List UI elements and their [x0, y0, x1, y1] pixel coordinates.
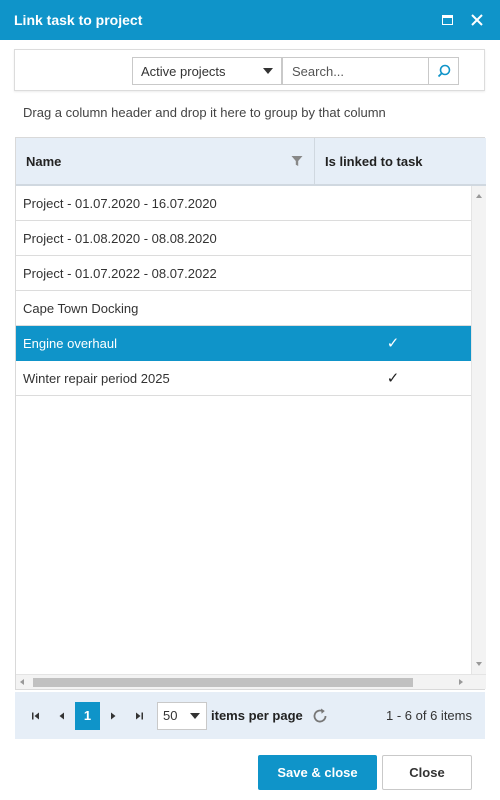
table-row[interactable]: Project - 01.07.2020 - 16.07.2020 [16, 186, 471, 221]
project-filter-dropdown[interactable]: Active projects [132, 57, 282, 85]
horizontal-scrollbar[interactable] [16, 674, 486, 689]
project-name-cell: Project - 01.07.2022 - 08.07.2022 [23, 265, 217, 281]
scroll-down-icon[interactable] [476, 662, 482, 666]
close-button[interactable]: Close [382, 755, 472, 790]
first-page-button[interactable] [23, 702, 49, 730]
last-page-icon [136, 712, 143, 719]
pager-info: 1 - 6 of 6 items [386, 708, 472, 723]
project-filter-value: Active projects [141, 63, 226, 79]
page-size-value: 50 [163, 708, 178, 723]
items-per-page-label: items per page [211, 708, 303, 723]
last-page-button[interactable] [126, 702, 152, 730]
table-row[interactable]: Project - 01.08.2020 - 08.08.2020 [16, 221, 471, 256]
scroll-up-icon[interactable] [476, 194, 482, 198]
dialog-titlebar: Link task to project [0, 0, 500, 40]
search-button[interactable] [428, 57, 459, 85]
close-window-button[interactable] [464, 7, 490, 33]
table-row[interactable]: Winter repair period 2025 ✓ [16, 361, 471, 396]
column-header-linked[interactable]: Is linked to task [315, 138, 486, 184]
previous-page-icon [59, 712, 64, 719]
project-name-cell: Project - 01.08.2020 - 08.08.2020 [23, 230, 217, 246]
vertical-scrollbar[interactable] [471, 186, 486, 674]
grid-rows: Project - 01.07.2020 - 16.07.2020 Project… [16, 186, 471, 396]
chevron-down-icon [263, 68, 273, 74]
grid-toolbar: Active projects [14, 49, 485, 91]
project-name-cell: Project - 01.07.2020 - 16.07.2020 [23, 195, 217, 211]
save-close-button[interactable]: Save & close [258, 755, 377, 790]
column-header-name-label: Name [26, 153, 62, 169]
page-number-button[interactable]: 1 [75, 701, 100, 730]
pager: 1 50 items per page 1 - 6 of 6 items [15, 692, 485, 739]
project-name-cell: Cape Town Docking [23, 300, 139, 316]
table-row[interactable]: Engine overhaul ✓ [16, 326, 471, 361]
refresh-button[interactable] [307, 702, 333, 730]
grid-header: Name Is linked to task [16, 138, 486, 186]
group-drop-hint: Drag a column header and drop it here to… [23, 105, 386, 120]
linked-check-cell: ✓ [386, 370, 400, 387]
next-page-icon [111, 712, 116, 719]
maximize-icon [441, 15, 453, 25]
project-name-cell: Engine overhaul [23, 335, 117, 351]
refresh-icon [313, 708, 327, 722]
linked-check-cell: ✓ [386, 335, 400, 352]
column-header-name[interactable]: Name [16, 138, 315, 184]
chevron-down-icon [190, 712, 200, 719]
project-name-cell: Winter repair period 2025 [23, 370, 170, 386]
scrollbar-thumb[interactable] [33, 678, 413, 687]
filter-icon[interactable] [291, 155, 303, 167]
scroll-left-icon[interactable] [20, 679, 24, 685]
page-size-dropdown[interactable]: 50 [157, 701, 207, 730]
first-page-icon [32, 712, 39, 719]
scroll-right-icon[interactable] [459, 679, 463, 685]
projects-grid: Name Is linked to task Project - 01.07.2… [15, 137, 486, 690]
table-row[interactable]: Cape Town Docking [16, 291, 471, 326]
table-row[interactable]: Project - 01.07.2022 - 08.07.2022 [16, 256, 471, 291]
search-icon [437, 64, 450, 78]
previous-page-button[interactable] [49, 702, 75, 730]
dialog-title: Link task to project [14, 12, 143, 28]
maximize-button[interactable] [434, 7, 460, 33]
next-page-button[interactable] [100, 702, 126, 730]
search-input[interactable] [282, 57, 428, 85]
column-header-linked-label: Is linked to task [325, 153, 423, 169]
close-icon [471, 14, 483, 26]
